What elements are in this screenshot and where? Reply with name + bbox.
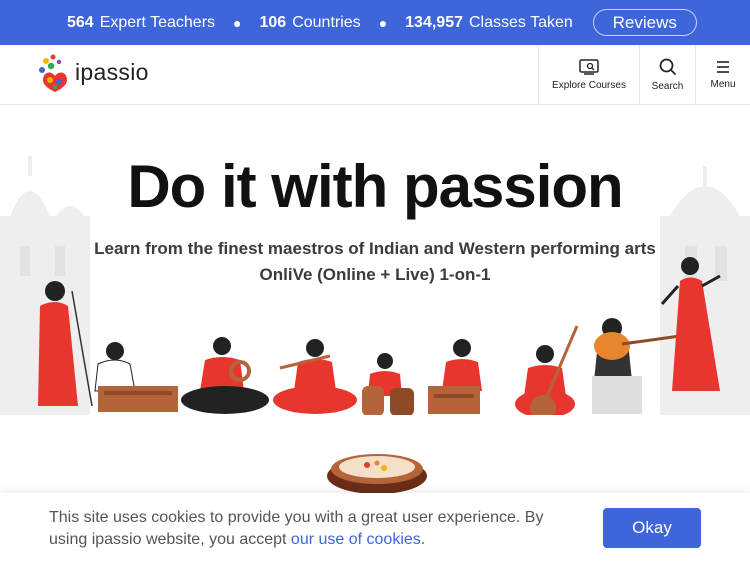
menu-label: Menu [710,79,736,90]
stat-classes: 134,957 Classes Taken [405,13,573,31]
flute-player-icon [273,339,357,414]
explore-courses-label: Explore Courses [552,80,626,91]
stats-bar: 564 Expert Teachers ● 106 Countries ● 134,… [0,0,750,45]
courses-screen-icon [579,59,599,75]
harmonium-player-icon [94,342,178,412]
cookie-policy-link[interactable]: our use of cookies [291,531,421,548]
explore-courses-button[interactable]: Explore Courses [538,45,639,105]
food-plate-icon [327,454,427,494]
brand-name: ipassio [75,58,149,85]
cookie-message: This site uses cookies to provide you wi… [49,509,544,548]
stat-teachers: 564 Expert Teachers [67,13,216,31]
menu-button[interactable]: Menu [695,45,750,105]
tabla-player-icon [362,353,414,416]
reviews-button[interactable]: Reviews [592,9,697,36]
hamburger-icon [717,61,729,73]
main-nav: ipassio Explore Courses Search Menu [0,45,750,105]
brand-logo[interactable]: ipassio [37,52,149,92]
stat-countries: 106 Countries [259,13,361,31]
search-label: Search [651,81,684,92]
logo-icon [39,54,67,92]
santoor-player-icon [428,339,482,414]
okay-button[interactable]: Okay [603,508,701,548]
search-icon [659,58,676,76]
hero-title: Do it with passion [127,153,623,220]
hero-subtitle: Learn from the finest maestros of Indian… [94,239,656,284]
cookie-banner: This site uses cookies to provide you wi… [0,493,750,563]
separator-dot: ● [233,14,242,31]
search-button[interactable]: Search [639,45,695,105]
separator-dot: ● [378,14,388,31]
tambourine-player-icon [181,337,269,414]
sitar-player-icon [515,325,579,416]
